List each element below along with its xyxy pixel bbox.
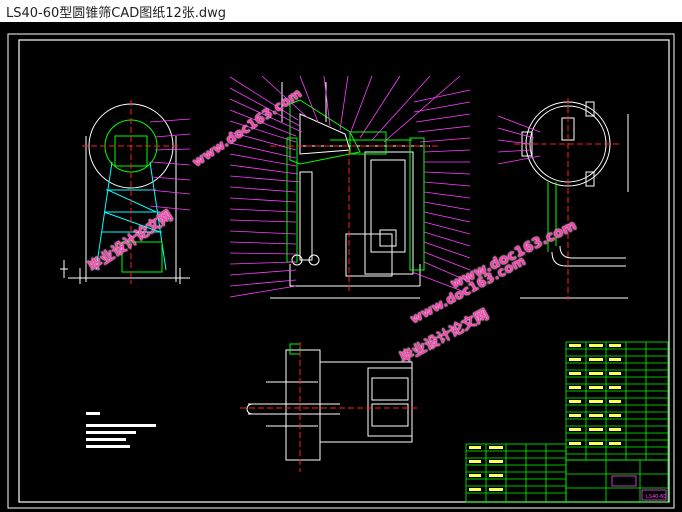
main-view-right-leaders (411, 89, 471, 295)
outer-border (7, 33, 675, 509)
parts-list-upper-text (569, 344, 621, 445)
main-assembly-view (270, 82, 440, 299)
right-view-leaders (497, 115, 541, 165)
drawing-number: LS40-60 (646, 494, 667, 500)
plan-view (240, 342, 420, 472)
window-title: LS40-60型圆锥筛CAD图纸12张.dwg (6, 5, 227, 21)
left-view-leaders (149, 118, 191, 211)
technical-notes (86, 412, 156, 448)
cad-drawing-canvas[interactable]: LS40-60 www.doc163.com 毕业设计论文网 www.doc16… (0, 22, 682, 512)
window-titlebar: LS40-60型圆锥筛CAD图纸12张.dwg (0, 0, 682, 23)
parts-list-lower (465, 443, 567, 503)
